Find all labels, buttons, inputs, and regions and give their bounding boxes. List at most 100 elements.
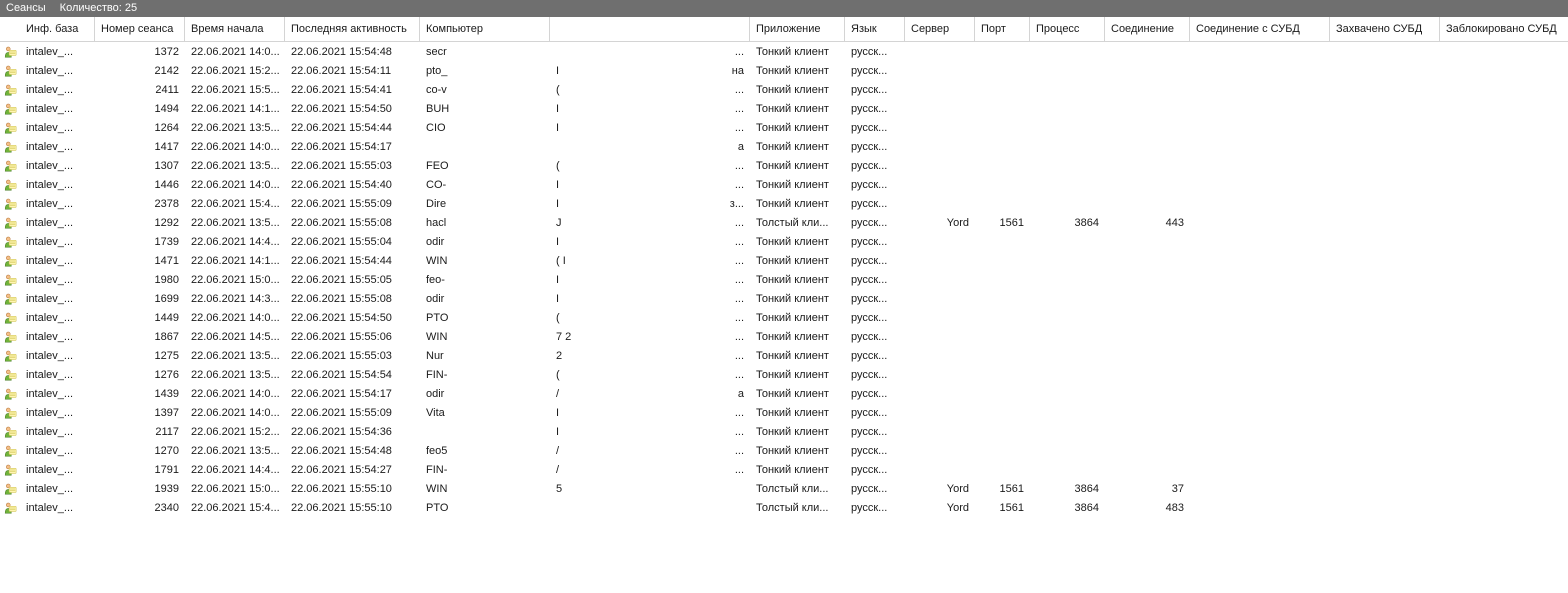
cell-dbms-captured: [1330, 441, 1440, 460]
table-row[interactable]: intalev_...149422.06.2021 14:1...22.06.2…: [0, 99, 1568, 118]
cell-last-activity: 22.06.2021 15:54:17: [285, 137, 420, 156]
cell-dbms-captured: [1330, 80, 1440, 99]
cell-last-activity: 22.06.2021 15:55:03: [285, 156, 420, 175]
cell-dbms-blocked: [1440, 175, 1568, 194]
cell-last-activity: 22.06.2021 15:54:36: [285, 422, 420, 441]
table-row[interactable]: intalev_...179122.06.2021 14:4...22.06.2…: [0, 460, 1568, 479]
table-row[interactable]: intalev_...234022.06.2021 15:4...22.06.2…: [0, 498, 1568, 517]
cell-start-time: 22.06.2021 15:0...: [185, 479, 285, 498]
cell-connection: [1105, 460, 1190, 479]
header-hidden[interactable]: [550, 17, 750, 41]
cell-computer: feo-: [420, 270, 550, 289]
header-port[interactable]: Порт: [975, 17, 1030, 41]
cell-server: [905, 61, 975, 80]
cell-start-time: 22.06.2021 15:2...: [185, 422, 285, 441]
cell-computer: Vita: [420, 403, 550, 422]
cell-process: [1030, 308, 1105, 327]
table-row[interactable]: intalev_...127622.06.2021 13:5...22.06.2…: [0, 365, 1568, 384]
cell-last-activity: 22.06.2021 15:54:44: [285, 251, 420, 270]
table-row[interactable]: intalev_...193922.06.2021 15:0...22.06.2…: [0, 479, 1568, 498]
cell-application: Тонкий клиент: [750, 80, 845, 99]
cell-dbms-conn: [1190, 156, 1330, 175]
cell-process: [1030, 346, 1105, 365]
table-row[interactable]: intalev_...144922.06.2021 14:0...22.06.2…: [0, 308, 1568, 327]
table-row[interactable]: intalev_...127522.06.2021 13:5...22.06.2…: [0, 346, 1568, 365]
header-session-num[interactable]: Номер сеанса: [95, 17, 185, 41]
header-last-activity[interactable]: Последняя активность: [285, 17, 420, 41]
cell-dbms-blocked: [1440, 308, 1568, 327]
cell-language: русск...: [845, 118, 905, 137]
session-icon: [0, 232, 20, 251]
cell-process: [1030, 99, 1105, 118]
table-row[interactable]: intalev_...198022.06.2021 15:0...22.06.2…: [0, 270, 1568, 289]
cell-computer: feo5: [420, 441, 550, 460]
cell-dbms-captured: [1330, 118, 1440, 137]
cell-start-time: 22.06.2021 14:0...: [185, 384, 285, 403]
session-icon: [0, 175, 20, 194]
header-application[interactable]: Приложение: [750, 17, 845, 41]
table-row[interactable]: intalev_...173922.06.2021 14:4...22.06.2…: [0, 232, 1568, 251]
session-icon: [0, 365, 20, 384]
header-server[interactable]: Сервер: [905, 17, 975, 41]
header-start-time[interactable]: Время начала: [185, 17, 285, 41]
header-connection[interactable]: Соединение: [1105, 17, 1190, 41]
table-row[interactable]: intalev_...169922.06.2021 14:3...22.06.2…: [0, 289, 1568, 308]
table-row[interactable]: intalev_...144622.06.2021 14:0...22.06.2…: [0, 175, 1568, 194]
cell-infobase: intalev_...: [20, 270, 95, 289]
cell-computer: FIN-: [420, 460, 550, 479]
header-language[interactable]: Язык: [845, 17, 905, 41]
cell-connection: [1105, 194, 1190, 213]
header-infobase[interactable]: Инф. база: [20, 17, 95, 41]
table-row[interactable]: intalev_...143922.06.2021 14:0...22.06.2…: [0, 384, 1568, 403]
cell-server: [905, 270, 975, 289]
cell-dbms-captured: [1330, 194, 1440, 213]
cell-infobase: intalev_...: [20, 251, 95, 270]
titlebar: Сеансы Количество: 25: [0, 0, 1568, 17]
cell-dbms-captured: [1330, 365, 1440, 384]
cell-dbms-conn: [1190, 213, 1330, 232]
table-row[interactable]: intalev_...130722.06.2021 13:5...22.06.2…: [0, 156, 1568, 175]
cell-process: [1030, 61, 1105, 80]
header-dbms-blocked[interactable]: Заблокировано СУБД: [1440, 17, 1568, 41]
header-computer[interactable]: Компьютер: [420, 17, 550, 41]
cell-server: [905, 460, 975, 479]
cell-computer: [420, 137, 550, 156]
table-row[interactable]: intalev_...141722.06.2021 14:0...22.06.2…: [0, 137, 1568, 156]
cell-start-time: 22.06.2021 14:0...: [185, 175, 285, 194]
table-row[interactable]: intalev_...139722.06.2021 14:0...22.06.2…: [0, 403, 1568, 422]
table-row[interactable]: intalev_...137222.06.2021 14:0...22.06.2…: [0, 42, 1568, 61]
cell-infobase: intalev_...: [20, 346, 95, 365]
table-row[interactable]: intalev_...186722.06.2021 14:5...22.06.2…: [0, 327, 1568, 346]
session-icon: [0, 441, 20, 460]
header-dbms-captured[interactable]: Захвачено СУБД: [1330, 17, 1440, 41]
cell-start-time: 22.06.2021 14:0...: [185, 42, 285, 61]
header-process[interactable]: Процесс: [1030, 17, 1105, 41]
cell-process: [1030, 175, 1105, 194]
table-row[interactable]: intalev_...214222.06.2021 15:2...22.06.2…: [0, 61, 1568, 80]
cell-infobase: intalev_...: [20, 308, 95, 327]
table-row[interactable]: intalev_...126422.06.2021 13:5...22.06.2…: [0, 118, 1568, 137]
table-row[interactable]: intalev_...241122.06.2021 15:5...22.06.2…: [0, 80, 1568, 99]
table-row[interactable]: intalev_...147122.06.2021 14:1...22.06.2…: [0, 251, 1568, 270]
cell-computer: odir: [420, 289, 550, 308]
cell-application: Тонкий клиент: [750, 422, 845, 441]
cell-application: Тонкий клиент: [750, 61, 845, 80]
cell-start-time: 22.06.2021 15:2...: [185, 61, 285, 80]
table-row[interactable]: intalev_...237822.06.2021 15:4...22.06.2…: [0, 194, 1568, 213]
header-icon-col[interactable]: [0, 17, 20, 41]
cell-dbms-conn: [1190, 232, 1330, 251]
table-row[interactable]: intalev_...129222.06.2021 13:5...22.06.2…: [0, 213, 1568, 232]
cell-hidden: I...: [550, 118, 750, 137]
cell-language: русск...: [845, 498, 905, 517]
cell-process: [1030, 270, 1105, 289]
header-dbms-conn[interactable]: Соединение с СУБД: [1190, 17, 1330, 41]
cell-infobase: intalev_...: [20, 137, 95, 156]
table-row[interactable]: intalev_...127022.06.2021 13:5...22.06.2…: [0, 441, 1568, 460]
cell-dbms-conn: [1190, 479, 1330, 498]
cell-process: [1030, 422, 1105, 441]
cell-dbms-captured: [1330, 175, 1440, 194]
table-row[interactable]: intalev_...211722.06.2021 15:2...22.06.2…: [0, 422, 1568, 441]
cell-infobase: intalev_...: [20, 194, 95, 213]
cell-application: Тонкий клиент: [750, 270, 845, 289]
cell-infobase: intalev_...: [20, 479, 95, 498]
